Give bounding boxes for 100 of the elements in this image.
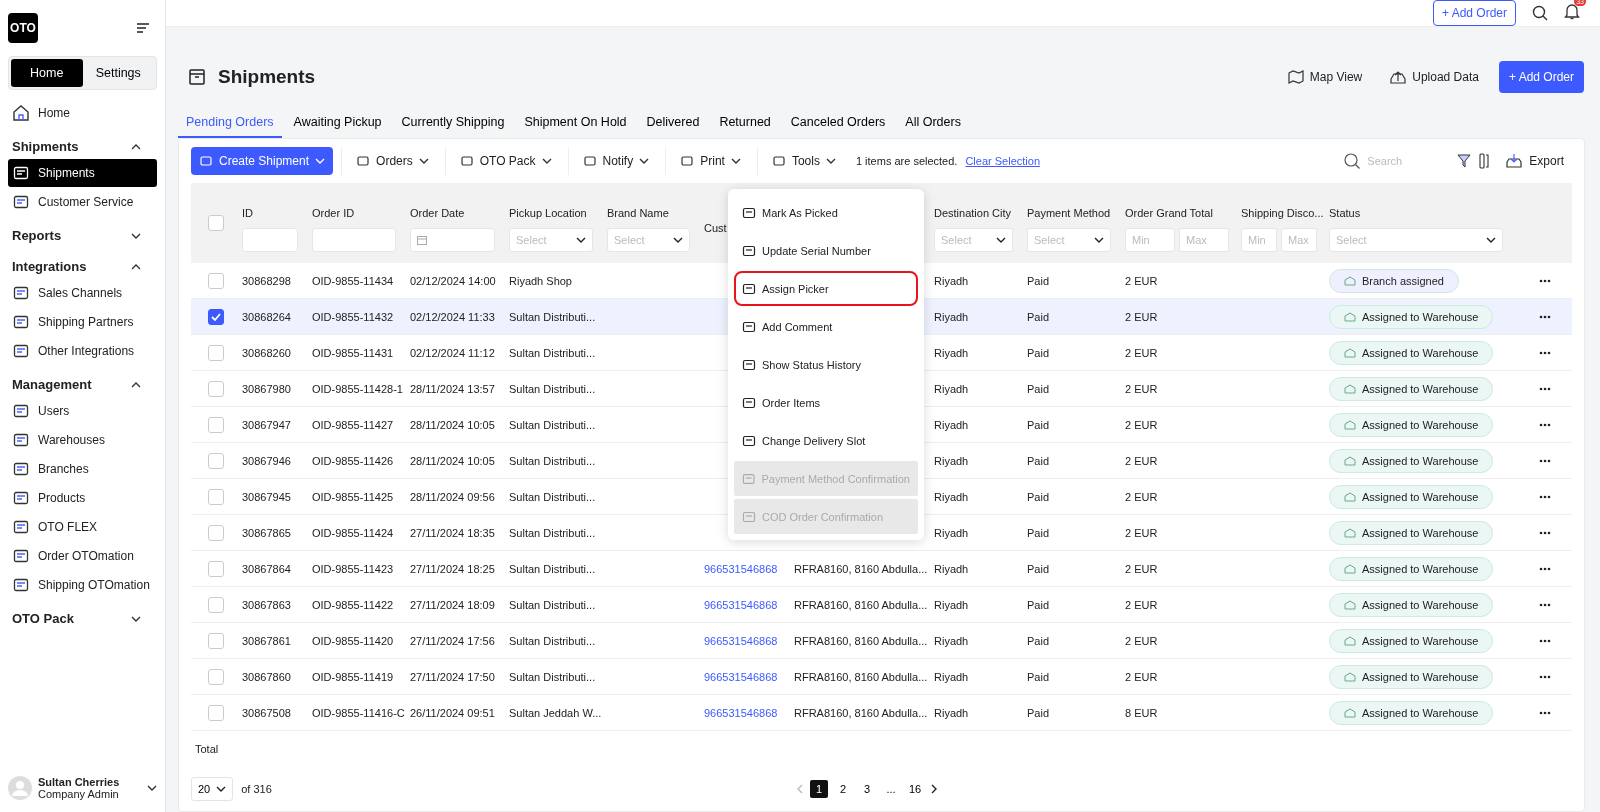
menu-icon[interactable] [137, 23, 149, 33]
tab[interactable]: Shipment On Hold [516, 111, 635, 138]
range-field[interactable]: Max [1179, 227, 1229, 252]
toolbar-button[interactable]: Tools [756, 147, 844, 175]
nav-item[interactable]: Customer Service [8, 187, 157, 216]
nav-item[interactable]: Shipments [8, 158, 157, 187]
toolbar-button[interactable]: Create Shipment [191, 147, 334, 175]
select-all-checkbox[interactable] [207, 215, 224, 231]
card-icon [742, 281, 756, 296]
page-action-button[interactable]: + Add Order [1498, 61, 1584, 93]
section-header[interactable]: Shipments [8, 127, 157, 158]
row-checkbox[interactable] [207, 308, 224, 325]
nav-item[interactable]: Branches [8, 454, 157, 483]
filter-icon[interactable] [1457, 153, 1472, 169]
house-icon [1344, 419, 1356, 430]
more-icon[interactable] [1538, 710, 1551, 715]
page-button[interactable]: 3 [858, 780, 876, 798]
more-icon[interactable] [1538, 530, 1551, 535]
nav-item[interactable]: Shipping Partners [8, 307, 157, 336]
tab[interactable]: All Orders [897, 111, 969, 138]
search-icon[interactable] [1532, 5, 1548, 21]
house-icon [1344, 707, 1356, 718]
more-icon[interactable] [1538, 386, 1551, 391]
filter-field[interactable] [312, 227, 396, 252]
menu-item[interactable]: Mark As Picked [734, 195, 918, 230]
range-field[interactable]: Min [1241, 227, 1277, 252]
tab[interactable]: Canceled Orders [782, 111, 894, 138]
table-cell: Paid [1027, 490, 1050, 503]
more-icon[interactable] [1538, 674, 1551, 679]
toolbar-button[interactable]: Print [665, 147, 749, 175]
column-header: Status [1329, 206, 1361, 221]
page-button[interactable]: 1 [810, 780, 828, 798]
filter-field[interactable] [242, 227, 298, 252]
page-button[interactable]: ... [882, 780, 900, 798]
toolbar-button[interactable]: OTO Pack [444, 147, 560, 175]
bell-icon[interactable] [1564, 3, 1580, 20]
section-header[interactable]: Integrations [8, 247, 157, 278]
menu-item[interactable]: Change Delivery Slot [734, 423, 918, 458]
nav-item[interactable]: Products [8, 483, 157, 512]
page-size-select[interactable]: 20 [191, 777, 234, 801]
clear-selection-link[interactable]: Clear Selection [965, 155, 1040, 167]
tab[interactable]: Currently Shipping [393, 111, 513, 138]
table-cell: 2 EUR [1125, 346, 1158, 359]
more-icon[interactable] [1538, 278, 1551, 283]
card-icon [742, 205, 756, 220]
sidebar-tab[interactable]: Settings [82, 59, 154, 87]
export-button[interactable]: Export [1497, 147, 1572, 175]
chevron-down-icon [730, 158, 741, 164]
more-icon[interactable] [1538, 350, 1551, 355]
toolbar-button[interactable]: Notify [567, 147, 658, 175]
nav-item[interactable]: Other Integrations [8, 336, 157, 365]
house-icon [1344, 599, 1356, 610]
tab[interactable]: Returned [711, 111, 779, 138]
table-cell: Riyadh [934, 418, 969, 431]
phone-link[interactable]: 966531546868 [704, 706, 778, 719]
tab[interactable]: Delivered [638, 111, 708, 138]
tab[interactable]: Awaiting Pickup [285, 111, 390, 138]
menu-item[interactable]: Update Serial Number [734, 233, 918, 268]
table-cell: OID-9855-11423 [312, 562, 394, 575]
more-icon[interactable] [1538, 638, 1551, 643]
table-cell: OID-9855-11428-1 [312, 382, 403, 395]
range-field[interactable]: Max [1281, 227, 1317, 252]
date-field[interactable] [410, 227, 495, 252]
nav-item[interactable]: Users [8, 396, 157, 425]
nav-item[interactable]: Shipping OTOmation [8, 570, 157, 599]
phone-link[interactable]: 966531546868 [704, 562, 778, 575]
more-icon[interactable] [1538, 458, 1551, 463]
menu-item[interactable]: Assign Picker [734, 271, 918, 306]
section-header[interactable]: Reports [8, 216, 157, 247]
next-page-icon[interactable] [930, 784, 939, 794]
add-order-button[interactable]: + Add Order [1432, 0, 1516, 26]
nav-item[interactable]: OTO FLEX [8, 512, 157, 541]
table-cell: 8 EUR [1125, 706, 1158, 719]
section-header[interactable]: OTO Pack [8, 599, 157, 630]
chevron-down-icon[interactable] [147, 785, 157, 791]
page-action-button[interactable]: Upload Data [1382, 63, 1487, 91]
sidebar-tab[interactable]: Home [11, 59, 83, 87]
more-icon[interactable] [1538, 314, 1551, 319]
nav-item[interactable]: Home [8, 98, 157, 127]
phone-link[interactable]: 966531546868 [704, 634, 778, 647]
range-field[interactable]: Min [1125, 227, 1175, 252]
menu-item[interactable]: Show Status History [734, 347, 918, 382]
toolbar-button[interactable]: Orders [341, 147, 437, 175]
phone-link[interactable]: 966531546868 [704, 598, 778, 611]
more-icon[interactable] [1538, 566, 1551, 571]
section-header[interactable]: Management [8, 365, 157, 396]
nav-item[interactable]: Sales Channels [8, 278, 157, 307]
more-icon[interactable] [1538, 602, 1551, 607]
columns-icon[interactable] [1479, 153, 1490, 169]
menu-item[interactable]: Add Comment [734, 309, 918, 344]
phone-link[interactable]: 966531546868 [704, 670, 778, 683]
page-button[interactable]: 2 [834, 780, 852, 798]
more-icon[interactable] [1538, 422, 1551, 427]
nav-item[interactable]: Order OTOmation [8, 541, 157, 570]
menu-item[interactable]: Order Items [734, 385, 918, 420]
page-action-button[interactable]: Map View [1279, 63, 1371, 91]
more-icon[interactable] [1538, 494, 1551, 499]
card-icon [742, 433, 756, 448]
nav-item[interactable]: Warehouses [8, 425, 157, 454]
page-button[interactable]: 16 [906, 780, 925, 798]
